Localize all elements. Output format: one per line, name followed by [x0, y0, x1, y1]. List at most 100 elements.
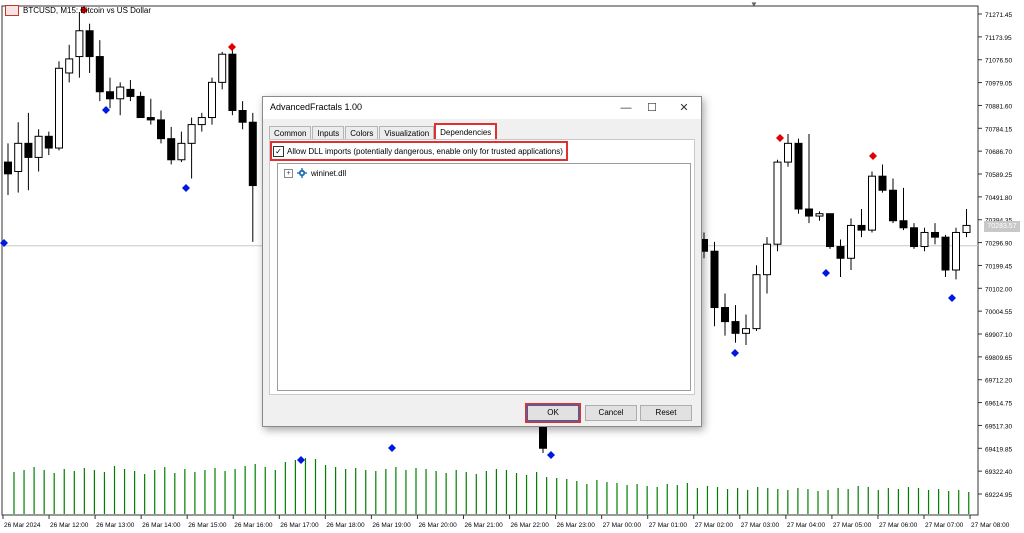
- time-axis-label: 26 Mar 22:00: [511, 522, 550, 529]
- time-axis-label: 27 Mar 01:00: [649, 522, 688, 529]
- chart-title: BTCUSD, M15: Bitcoin vs US Dollar: [5, 5, 151, 16]
- candle-body: [920, 231, 929, 248]
- candle-body: [85, 30, 94, 58]
- candle-body: [805, 208, 813, 217]
- candle-body: [941, 236, 950, 271]
- dependency-name: wininet.dll: [311, 168, 347, 178]
- price-axis-label: 69809.65: [985, 355, 1012, 362]
- time-axis-label: 26 Mar 18:00: [326, 522, 365, 529]
- time-axis-label: 26 Mar 2024: [4, 522, 41, 529]
- dialog-title: AdvancedFractals 1.00: [270, 102, 363, 112]
- reset-button[interactable]: Reset: [640, 405, 692, 421]
- time-axis-label: 26 Mar 20:00: [418, 522, 457, 529]
- candle-body: [773, 161, 782, 245]
- candle-body: [710, 250, 719, 309]
- ok-button[interactable]: OK: [525, 403, 581, 423]
- time-axis-label: 27 Mar 07:00: [925, 522, 964, 529]
- candle-body: [836, 246, 845, 259]
- cancel-button[interactable]: Cancel: [585, 405, 637, 421]
- tree-item-dependency[interactable]: + wininet.dll: [284, 168, 346, 178]
- minimize-icon[interactable]: —: [615, 99, 637, 117]
- fractal-up-marker: [776, 134, 784, 142]
- allow-dll-checkbox[interactable]: ✓: [273, 145, 284, 157]
- candle-body: [889, 189, 897, 222]
- price-axis-label: 69614.75: [985, 401, 1012, 408]
- price-axis-label: 70296.90: [985, 241, 1012, 248]
- candle-body: [731, 321, 740, 334]
- time-axis-label: 27 Mar 08:00: [971, 522, 1010, 529]
- time-axis-label: 27 Mar 00:00: [603, 522, 642, 529]
- price-axis-label: 71271.45: [985, 12, 1012, 19]
- candle-body: [794, 142, 803, 210]
- fractal-down-marker: [388, 444, 396, 452]
- price-axis-label: 69419.85: [985, 446, 1012, 453]
- candle-body: [742, 328, 750, 334]
- price-axis-label: 71173.95: [985, 35, 1012, 42]
- candle-body: [75, 30, 84, 58]
- chart-shift-marker-icon[interactable]: ▼: [750, 0, 758, 9]
- maximize-icon[interactable]: ☐: [641, 99, 663, 117]
- candle-body: [187, 124, 196, 144]
- candle-body: [208, 81, 216, 119]
- chart-symbol-icon: [5, 5, 19, 16]
- candle-body: [228, 53, 237, 112]
- candle-body: [878, 175, 887, 191]
- time-axis-label: 26 Mar 17:00: [280, 522, 319, 529]
- dialog-titlebar[interactable]: AdvancedFractals 1.00 — ☐ ✕: [263, 97, 701, 119]
- time-axis-label: 26 Mar 16:00: [234, 522, 273, 529]
- candle-body: [14, 142, 23, 172]
- time-axis-label: 26 Mar 23:00: [557, 522, 596, 529]
- time-axis-label: 26 Mar 21:00: [465, 522, 504, 529]
- price-axis-label: 70589.25: [985, 172, 1012, 179]
- candle-body: [857, 224, 866, 231]
- price-axis-label: 70199.45: [985, 263, 1012, 270]
- candle-body: [126, 88, 135, 97]
- dialog-tabs: Common Inputs Colors Visualization Depen…: [269, 123, 498, 142]
- candle-body: [146, 117, 155, 121]
- candle-body: [847, 224, 855, 259]
- price-axis-label: 70979.05: [985, 81, 1012, 88]
- candle-body: [136, 95, 145, 119]
- dependencies-tree[interactable]: + wininet.dll: [277, 163, 691, 391]
- time-axis-label: 27 Mar 05:00: [833, 522, 872, 529]
- candle-body: [218, 53, 227, 83]
- fractal-down-marker: [948, 294, 956, 302]
- price-axis-label: 69224.95: [985, 492, 1012, 499]
- current-price-tag: 70283.57: [984, 221, 1020, 232]
- price-axis-label: 70004.55: [985, 309, 1012, 316]
- allow-dll-imports-option[interactable]: ✓ Allow DLL imports (potentially dangero…: [270, 141, 568, 161]
- price-axis-label: 70784.15: [985, 126, 1012, 133]
- candle-body: [106, 91, 114, 100]
- fractal-down-marker: [182, 184, 190, 192]
- candle-body: [116, 86, 125, 100]
- close-icon[interactable]: ✕: [673, 99, 695, 117]
- candle-body: [763, 243, 771, 276]
- time-axis-label: 26 Mar 14:00: [142, 522, 181, 529]
- time-axis-label: 27 Mar 06:00: [879, 522, 918, 529]
- candle-body: [157, 119, 165, 140]
- candle-body: [55, 67, 63, 149]
- time-axis-label: 27 Mar 03:00: [741, 522, 780, 529]
- candle-body: [721, 307, 729, 323]
- fractal-down-marker: [731, 349, 739, 357]
- time-axis-label: 27 Mar 04:00: [787, 522, 826, 529]
- price-axis-label: 69907.10: [985, 332, 1012, 339]
- candle-body: [95, 56, 104, 93]
- price-axis-label: 70686.70: [985, 149, 1012, 156]
- fractal-down-marker: [297, 456, 305, 464]
- price-axis-label: 69712.20: [985, 378, 1012, 385]
- fractal-down-marker: [102, 106, 110, 114]
- fractal-down-marker: [822, 269, 830, 277]
- candle-body: [238, 110, 247, 123]
- candle-body: [65, 58, 74, 74]
- chart-title-text: BTCUSD, M15: Bitcoin vs US Dollar: [23, 6, 152, 15]
- price-axis-label: 71076.50: [985, 58, 1012, 65]
- expand-icon[interactable]: +: [284, 168, 293, 178]
- time-axis-label: 26 Mar 12:00: [50, 522, 89, 529]
- fractal-up-marker: [869, 152, 877, 160]
- price-axis-label: 70491.80: [985, 195, 1012, 202]
- time-axis-label: 26 Mar 19:00: [372, 522, 411, 529]
- fractal-up-marker: [228, 43, 236, 51]
- gear-icon: [297, 168, 307, 178]
- price-axis-label: 69322.40: [985, 469, 1012, 476]
